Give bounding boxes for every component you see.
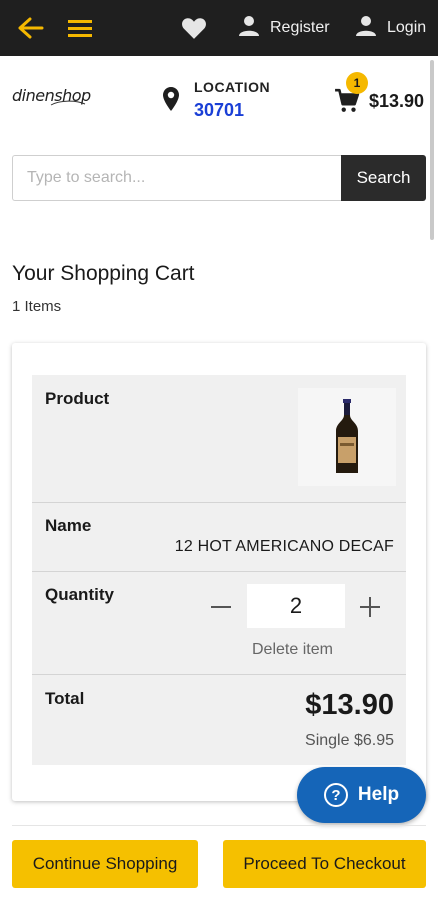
quantity-input[interactable] xyxy=(247,584,345,628)
row-divider xyxy=(32,502,406,503)
cart-item-count: 1 Items xyxy=(12,298,62,315)
location-zip[interactable]: 30701 xyxy=(194,100,244,121)
name-label: Name xyxy=(45,516,92,535)
search-button[interactable]: Search xyxy=(341,155,426,201)
location-title: LOCATION xyxy=(194,79,271,95)
register-label: Register xyxy=(270,19,330,36)
wine-bottle-icon xyxy=(336,399,358,473)
single-price: Single $6.95 xyxy=(305,732,394,749)
quantity-decrease-button[interactable] xyxy=(207,592,235,622)
total-price: $13.90 xyxy=(305,689,394,721)
product-label: Product xyxy=(45,389,110,408)
location-pin-icon[interactable] xyxy=(162,86,180,117)
login-button[interactable]: Login xyxy=(355,0,426,56)
footer-divider xyxy=(12,825,426,826)
scrollbar[interactable] xyxy=(430,60,434,240)
delete-item-link[interactable]: Delete item xyxy=(252,641,333,659)
help-label: Help xyxy=(357,784,400,805)
proceed-to-checkout-button[interactable]: Proceed To Checkout xyxy=(223,840,426,888)
cart-count-badge: 1 xyxy=(346,72,368,94)
help-button[interactable]: ? Help xyxy=(297,767,426,823)
person-icon xyxy=(355,15,377,42)
total-label: Total xyxy=(45,689,85,708)
page-title: Your Shopping Cart xyxy=(12,262,195,285)
question-icon: ? xyxy=(323,783,348,807)
back-arrow-icon[interactable] xyxy=(18,0,44,56)
menu-icon[interactable] xyxy=(67,0,93,56)
login-label: Login xyxy=(387,19,427,36)
quantity-increase-button[interactable] xyxy=(356,592,384,622)
plus-icon xyxy=(360,597,380,617)
top-app-bar: Register Login xyxy=(0,0,438,56)
quantity-label: Quantity xyxy=(45,585,114,604)
cart-total[interactable]: $13.90 xyxy=(369,91,424,112)
product-image[interactable] xyxy=(298,388,396,486)
register-button[interactable]: Register xyxy=(238,0,330,56)
product-name[interactable]: 12 HOT AMERICANO DECAF xyxy=(175,538,394,556)
logo-swoosh-icon xyxy=(50,100,86,106)
row-divider xyxy=(32,571,406,572)
heart-icon[interactable] xyxy=(181,0,207,56)
minus-icon xyxy=(211,606,231,608)
continue-shopping-button[interactable]: Continue Shopping xyxy=(12,840,198,888)
person-icon xyxy=(238,15,260,42)
row-divider xyxy=(32,674,406,675)
search-input[interactable] xyxy=(12,155,342,201)
